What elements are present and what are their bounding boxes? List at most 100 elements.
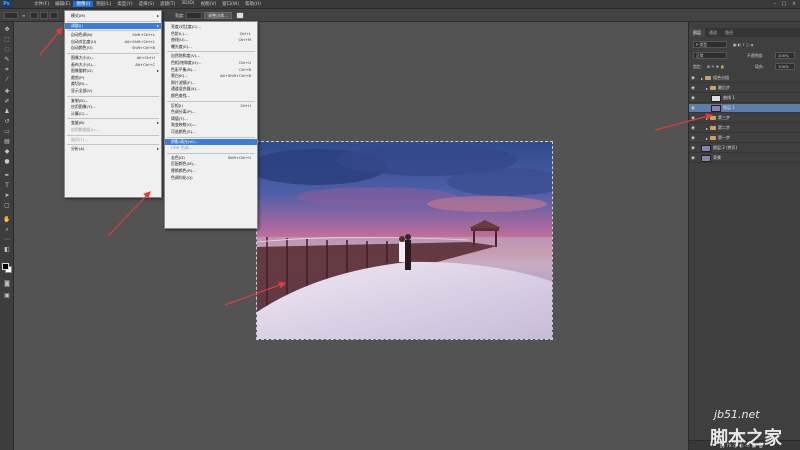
foreground-color-swatch[interactable]	[2, 263, 9, 270]
image-menu-item[interactable]: 变量(B) ▸	[65, 120, 161, 127]
tab-layers[interactable]: 图层	[689, 28, 705, 37]
pen-tool-icon[interactable]: ✒	[3, 172, 11, 179]
lock-icons[interactable]: ⊞ ✎ ✥ 🔒	[707, 64, 725, 69]
image-menu-item[interactable]: 图像大小(I)... Alt+Ctrl+I	[65, 55, 161, 62]
adjust-menu-item[interactable]: 色彩平衡(B)... Ctrl+B	[165, 67, 257, 74]
image-menu-item[interactable]: 计算(C)...	[65, 111, 161, 118]
visibility-eye-icon[interactable]: ◉	[689, 86, 697, 91]
image-menu-item[interactable]: 自动颜色(O) Shift+Ctrl+B	[65, 45, 161, 52]
options-menu-icon[interactable]: ≡	[22, 13, 25, 18]
minimize-icon[interactable]: –	[771, 1, 779, 8]
visibility-eye-icon[interactable]: ◉	[689, 136, 697, 141]
path-select-icon[interactable]: ➤	[3, 192, 11, 199]
filter-icons[interactable]: ▣ ◐ T ▢ ◈	[733, 42, 754, 47]
screen-mode-icon[interactable]: ▣	[3, 292, 11, 299]
menu-4[interactable]: 类型(Y)	[114, 1, 135, 7]
expand-arrow-icon[interactable]: ▸	[706, 86, 708, 91]
history-brush-icon[interactable]: ↺	[3, 118, 11, 125]
image-menu-item[interactable]: 裁剪(P)	[65, 75, 161, 82]
image-menu-item[interactable]: 裁切(R)...	[65, 81, 161, 88]
visibility-eye-icon[interactable]: ◉	[689, 106, 697, 111]
quick-select-tool-icon[interactable]: ✎	[3, 56, 11, 63]
menu-5[interactable]: 选择(S)	[136, 1, 157, 7]
eyedropper-tool-icon[interactable]: ⁄	[3, 76, 11, 83]
adjust-menu-item[interactable]: 色阶(L)... Ctrl+L	[165, 31, 257, 38]
menu-1[interactable]: 编辑(E)	[52, 1, 73, 7]
menu-10[interactable]: 帮助(H)	[242, 1, 264, 7]
expand-arrow-icon[interactable]: ▸	[706, 116, 708, 121]
layer-row[interactable]: ◉ ▸ 第三步	[689, 114, 800, 123]
blur-tool-icon[interactable]: ◆	[3, 148, 11, 155]
crop-tool-icon[interactable]: ⌗	[3, 66, 11, 73]
adjust-menu-item[interactable]: 色调均化(Q)	[165, 175, 257, 182]
image-menu-item[interactable]: 复制(D)...	[65, 98, 161, 105]
expand-arrow-icon[interactable]: ▸	[706, 126, 708, 131]
move-tool-icon[interactable]: ✥	[3, 26, 11, 33]
extra-tool-icon[interactable]: ⋯	[3, 236, 11, 243]
hand-tool-icon[interactable]: ✋	[3, 216, 11, 223]
adjust-menu-item[interactable]: 去色(D) Shift+Ctrl+U	[165, 155, 257, 162]
close-icon[interactable]: ×	[790, 1, 798, 8]
dodge-tool-icon[interactable]: ●	[3, 158, 11, 165]
visibility-eye-icon[interactable]: ◉	[689, 146, 697, 151]
lasso-tool-icon[interactable]: ◌	[3, 46, 11, 53]
layer-row[interactable]: ◉ 图层 1	[689, 104, 800, 113]
menu-7[interactable]: 3D(D)	[178, 1, 197, 7]
healing-tool-icon[interactable]: ✚	[3, 88, 11, 95]
refine-edge-button[interactable]: 调整边缘...	[204, 12, 232, 19]
adjust-menu-item[interactable]: 通道混合器(X)...	[165, 86, 257, 93]
image-menu-item[interactable]: 显示全部(V)	[65, 88, 161, 95]
menu-3[interactable]: 图层(L)	[93, 1, 114, 7]
gradient-tool-icon[interactable]: ▤	[3, 138, 11, 145]
image-menu-item[interactable]: 自动色调(N) Shift+Ctrl+L	[65, 32, 161, 39]
layer-kind-select[interactable]: P 类型	[693, 41, 727, 48]
adjust-menu-item[interactable]: 反相(I) Ctrl+I	[165, 103, 257, 110]
stamp-tool-icon[interactable]: ♟	[3, 108, 11, 115]
adjust-menu-item[interactable]: 替换颜色(R)...	[165, 168, 257, 175]
adjust-menu-item[interactable]: 阈值(T)...	[165, 116, 257, 123]
menu-2[interactable]: 图像(I)	[73, 1, 94, 7]
visibility-eye-icon[interactable]: ◉	[689, 96, 697, 101]
type-tool-icon[interactable]: T	[3, 182, 11, 189]
expand-arrow-icon[interactable]: ▸	[701, 76, 703, 81]
swap-icon[interactable]	[236, 12, 244, 19]
blend-mode-select[interactable]: 正常	[693, 52, 727, 59]
tab-paths[interactable]: 路径	[721, 28, 737, 37]
opacity-field[interactable]: 100%	[775, 52, 795, 59]
layer-row[interactable]: ◉ 曲线 1	[689, 94, 800, 103]
document-canvas[interactable]	[256, 141, 553, 340]
adjust-menu-item[interactable]: 曲线(U)... Ctrl+M	[165, 37, 257, 44]
visibility-eye-icon[interactable]: ◉	[689, 156, 697, 161]
visibility-eye-icon[interactable]: ◉	[689, 126, 697, 131]
subtract-selection-icon[interactable]	[50, 12, 58, 19]
default-colors-icon[interactable]: ◧	[3, 246, 11, 253]
menu-8[interactable]: 视图(V)	[198, 1, 220, 7]
layer-row[interactable]: ◉ ▸ 第一步	[689, 134, 800, 143]
maximize-icon[interactable]: □	[780, 1, 788, 8]
image-menu-item[interactable]: 分析(A) ▸	[65, 146, 161, 153]
fill-field[interactable]: 100%	[775, 63, 795, 70]
width-field[interactable]	[186, 12, 202, 19]
menu-0[interactable]: 文件(F)	[31, 1, 52, 7]
adjust-menu-item[interactable]: 可选颜色(S)...	[165, 129, 257, 136]
zoom-tool-icon[interactable]: ⌕	[3, 226, 11, 233]
adjust-menu-item[interactable]: 匹配颜色(M)...	[165, 161, 257, 168]
menu-6[interactable]: 滤镜(T)	[157, 1, 178, 7]
adjust-menu-item[interactable]: 亮度/对比度(C)...	[165, 24, 257, 31]
brush-tool-icon[interactable]: ✐	[3, 98, 11, 105]
image-menu-item[interactable]: 应用图像(Y)...	[65, 104, 161, 111]
shape-tool-icon[interactable]: ▢	[3, 202, 11, 209]
image-menu-item[interactable]: 模式(M) ▸	[65, 13, 161, 20]
tab-channels[interactable]: 通道	[705, 28, 721, 37]
marquee-tool-icon[interactable]: ⬚	[3, 36, 11, 43]
add-selection-icon[interactable]	[40, 12, 48, 19]
eraser-tool-icon[interactable]: ▭	[3, 128, 11, 135]
new-selection-icon[interactable]	[30, 12, 38, 19]
menu-9[interactable]: 窗口(W)	[219, 1, 242, 7]
layer-row[interactable]: ◉ 背景	[689, 154, 800, 163]
quick-mask-icon[interactable]: ◙	[3, 280, 11, 287]
tool-preset-picker[interactable]	[4, 12, 18, 19]
adjust-menu-item[interactable]: 曝光度(E)...	[165, 44, 257, 51]
adjust-menu-item[interactable]: 渐变映射(G)...	[165, 122, 257, 129]
adjust-menu-item[interactable]: 照片滤镜(F)...	[165, 80, 257, 87]
